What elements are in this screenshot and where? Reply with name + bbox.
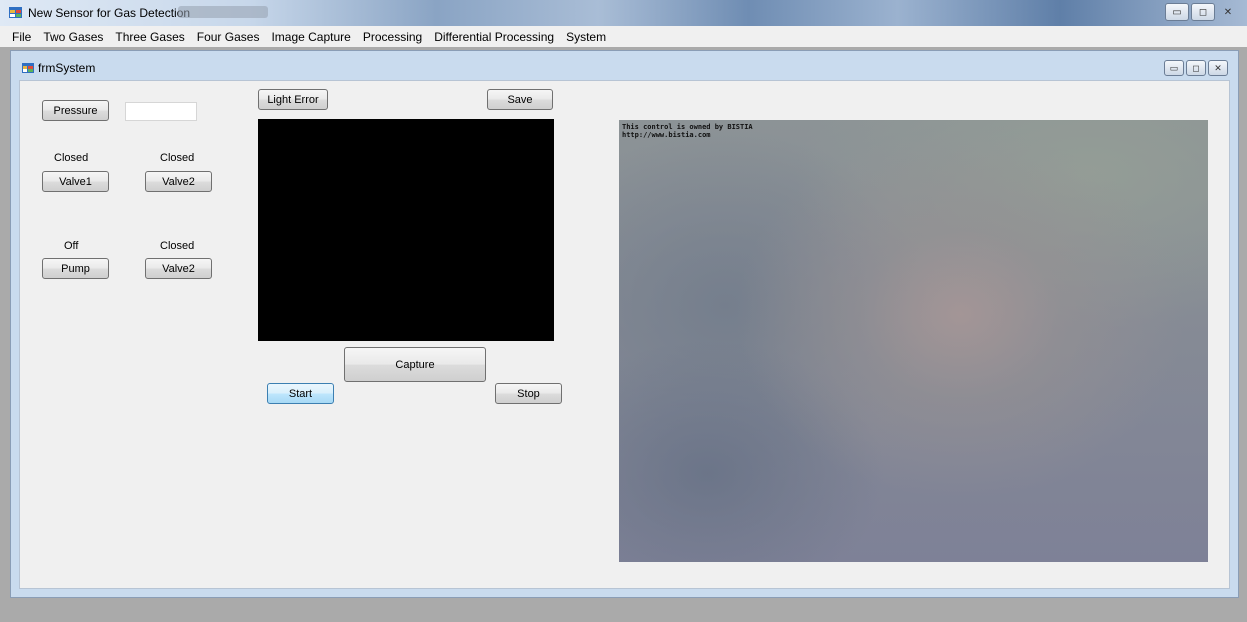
child-window-title: frmSystem: [38, 61, 96, 75]
pump-button[interactable]: Pump: [42, 258, 109, 279]
child-window-controls: ▭ ◻ ✕: [1164, 60, 1228, 76]
form-icon: [9, 7, 22, 18]
menu-file[interactable]: File: [6, 30, 37, 44]
close-button[interactable]: ✕: [1217, 3, 1239, 21]
pump-status-label: Off: [64, 240, 79, 252]
valve2-secondary-status-label: Closed: [160, 240, 195, 252]
window-title: New Sensor for Gas Detection: [28, 6, 191, 20]
valve2-secondary-button[interactable]: Valve2: [145, 258, 212, 279]
title-bar: New Sensor for Gas Detection ▭ ◻ ✕: [0, 0, 1247, 26]
valve2-button[interactable]: Valve2: [145, 171, 212, 192]
child-maximize-button[interactable]: ◻: [1186, 60, 1206, 76]
menu-system[interactable]: System: [560, 30, 612, 44]
minimize-button[interactable]: ▭: [1165, 3, 1189, 21]
camera-preview: This control is owned by BISTIA http://w…: [619, 120, 1208, 562]
watermark-line-2: http://www.bistia.com: [622, 131, 711, 139]
menu-processing[interactable]: Processing: [357, 30, 428, 44]
watermark-line-1: This control is owned by BISTIA: [622, 123, 753, 131]
valve1-button[interactable]: Valve1: [42, 171, 109, 192]
save-button[interactable]: Save: [487, 89, 553, 110]
maximize-button[interactable]: ◻: [1191, 3, 1215, 21]
menu-differential-processing[interactable]: Differential Processing: [428, 30, 560, 44]
form-icon: [22, 63, 34, 73]
menu-three-gases[interactable]: Three Gases: [109, 30, 190, 44]
camera-watermark: This control is owned by BISTIA http://w…: [622, 123, 753, 139]
start-button[interactable]: Start: [267, 383, 334, 404]
pressure-value-field[interactable]: [125, 102, 197, 121]
pressure-button[interactable]: Pressure: [42, 100, 109, 121]
captured-image-box: [258, 119, 554, 341]
menu-four-gases[interactable]: Four Gases: [191, 30, 266, 44]
menu-image-capture[interactable]: Image Capture: [265, 30, 356, 44]
valve1-status-label: Closed: [54, 152, 89, 164]
stop-button[interactable]: Stop: [495, 383, 562, 404]
title-suffix-blur: [178, 6, 268, 18]
form-client-area: Pressure Closed Valve1 Closed Valve2 Off…: [19, 80, 1230, 589]
capture-button[interactable]: Capture: [344, 347, 486, 382]
child-window: frmSystem ▭ ◻ ✕ Pressure Closed Valve1 C…: [10, 50, 1239, 598]
window-controls: ▭ ◻ ✕: [1165, 3, 1239, 21]
menu-bar: File Two Gases Three Gases Four Gases Im…: [0, 26, 1247, 47]
menu-two-gases[interactable]: Two Gases: [37, 30, 109, 44]
child-minimize-button[interactable]: ▭: [1164, 60, 1184, 76]
valve2-status-label: Closed: [160, 152, 195, 164]
light-error-button[interactable]: Light Error: [258, 89, 328, 110]
child-close-button[interactable]: ✕: [1208, 60, 1228, 76]
